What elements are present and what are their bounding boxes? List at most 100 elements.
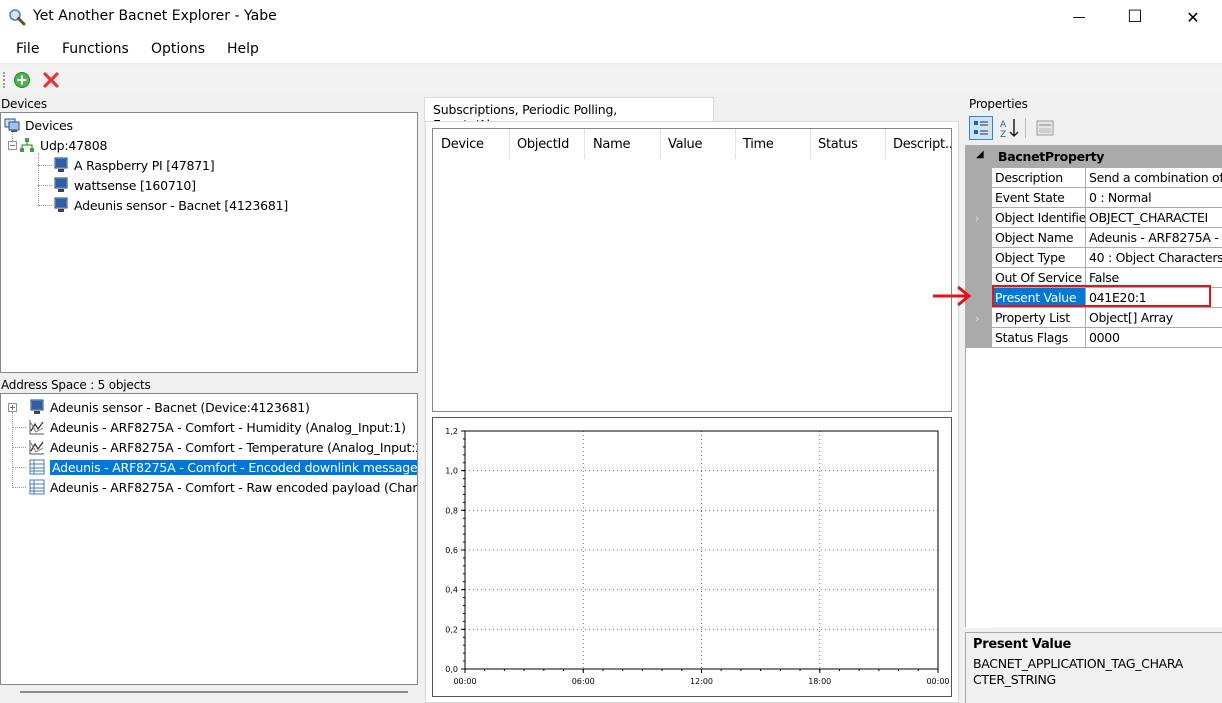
property-row[interactable]: Object Name Adeunis - ARF8275A - <box>966 228 1222 248</box>
y-tick-label: 0,2 <box>445 625 458 634</box>
tree-transport[interactable]: Udp:47808 <box>19 136 107 154</box>
add-device-icon[interactable] <box>13 71 31 89</box>
column-header-name[interactable]: Name <box>585 129 661 159</box>
subscription-list[interactable]: Device ObjectId Name Value Time Status D… <box>432 128 952 412</box>
property-value[interactable]: Send a combination of <box>1086 168 1222 188</box>
expand-chevron-icon[interactable]: › <box>975 212 979 225</box>
analog-input-icon <box>29 440 44 455</box>
category-row[interactable]: ◢ BacnetProperty <box>966 146 1222 168</box>
menu-options[interactable]: Options <box>151 41 205 57</box>
menu-file[interactable]: File <box>16 41 39 57</box>
maximize-button[interactable]: ☐ <box>1112 0 1158 34</box>
minimize-button[interactable]: — <box>1056 0 1102 34</box>
property-row[interactable]: › Object Identifie OBJECT_CHARACTEI <box>966 208 1222 228</box>
address-space-hscroll[interactable] <box>0 685 418 703</box>
row-gutter <box>966 188 992 208</box>
svg-text:Z: Z <box>1000 130 1006 140</box>
column-header-time[interactable]: Time <box>735 129 811 159</box>
toolbar-grip <box>3 72 5 88</box>
property-grid[interactable]: ◢ BacnetProperty Description Send a combi… <box>965 145 1222 628</box>
alphabetical-button[interactable]: A Z <box>997 116 1021 140</box>
categorized-button[interactable] <box>969 116 993 140</box>
column-header-description[interactable]: Descript... <box>885 129 951 159</box>
column-header-objectid[interactable]: ObjectId <box>509 129 585 159</box>
property-row[interactable]: Object Type 40 : Object Characterst <box>966 248 1222 268</box>
expand-toggle[interactable]: + <box>8 403 17 412</box>
property-name[interactable]: Status Flags <box>992 328 1086 348</box>
y-tick-label: 1,2 <box>445 427 458 436</box>
property-value[interactable]: 0 : Normal <box>1086 188 1222 208</box>
scroll-thumb[interactable] <box>20 691 408 693</box>
column-header-value[interactable]: Value <box>660 129 736 159</box>
row-gutter <box>966 328 992 348</box>
address-space-tree[interactable]: + Adeunis sensor - Bacnet (Device:412368… <box>0 393 418 685</box>
remove-device-icon[interactable] <box>42 71 60 89</box>
help-text: BACNET_APPLICATION_TAG_CHARA <box>973 656 1184 671</box>
property-row[interactable]: Description Send a combination of <box>966 168 1222 188</box>
x-tick-label: 06:00 <box>572 677 595 686</box>
properties-label: Properties <box>969 97 1028 111</box>
property-name[interactable]: Property List <box>992 308 1086 328</box>
computer-icon <box>30 399 44 414</box>
tree-label: Devices <box>25 117 73 133</box>
property-row[interactable]: › Property List Object[] Array <box>966 308 1222 328</box>
property-name[interactable]: Object Name <box>992 228 1086 248</box>
annotation-arrow <box>933 285 972 307</box>
tree-label: Adeunis sensor - Bacnet [4123681] <box>74 197 289 213</box>
address-item[interactable]: Adeunis - ARF8275A - Comfort - Raw encod… <box>29 478 417 496</box>
toolbar <box>0 65 1222 95</box>
property-name[interactable]: Description <box>992 168 1086 188</box>
menu-functions[interactable]: Functions <box>62 41 129 57</box>
collapse-category-icon[interactable]: ◢ <box>976 149 984 160</box>
tab-subscriptions[interactable]: Subscriptions, Periodic Polling, Events/… <box>424 97 714 132</box>
close-button[interactable]: ✕ <box>1170 0 1216 34</box>
y-tick-label: 0,0 <box>445 665 458 674</box>
x-tick-label: 00:00 <box>453 677 476 686</box>
tree-device[interactable]: Adeunis sensor - Bacnet [4123681] <box>53 196 288 214</box>
svg-text:A: A <box>1000 120 1007 130</box>
property-row[interactable]: Event State 0 : Normal <box>966 188 1222 208</box>
window-title: Yet Another Bacnet Explorer - Yabe <box>33 8 277 24</box>
devices-tree[interactable]: − Devices Udp:47808 A Raspberry PI [4787… <box>0 112 418 373</box>
tree-root-devices[interactable]: Devices <box>4 116 73 134</box>
address-space-label: Address Space : 5 objects <box>1 378 151 392</box>
expand-chevron-icon[interactable]: › <box>975 312 979 325</box>
address-item[interactable]: Adeunis - ARF8275A - Comfort - Temperatu… <box>29 438 417 456</box>
property-name[interactable]: Object Identifie <box>992 208 1086 228</box>
tree-connector <box>38 205 52 206</box>
characterstring-icon <box>29 459 45 475</box>
property-value[interactable]: OBJECT_CHARACTEI <box>1086 208 1222 228</box>
tree-connector <box>12 487 26 488</box>
maximize-icon: ☐ <box>1127 7 1143 27</box>
analog-input-icon <box>29 420 44 435</box>
devices-panel-label: Devices <box>1 97 47 111</box>
tree-label: Udp:47808 <box>40 137 108 153</box>
row-gutter: › <box>966 308 992 328</box>
sort-az-icon: A Z <box>1000 119 1019 140</box>
property-value[interactable]: Adeunis - ARF8275A - <box>1086 228 1222 248</box>
help-text: CTER_STRING <box>973 672 1056 687</box>
property-row[interactable]: Status Flags 0000 <box>966 328 1222 348</box>
tree-label: wattsense [160710] <box>74 177 196 193</box>
property-value[interactable]: 0000 <box>1086 328 1222 348</box>
property-value[interactable]: 40 : Object Characterst <box>1086 248 1222 268</box>
tree-connector <box>12 447 26 448</box>
address-item[interactable]: Adeunis sensor - Bacnet (Device:4123681) <box>29 398 310 416</box>
address-item-selected[interactable]: Adeunis - ARF8275A - Comfort - Encoded d… <box>29 458 417 476</box>
column-header-device[interactable]: Device <box>433 129 510 159</box>
address-item[interactable]: Adeunis - ARF8275A - Comfort - Humidity … <box>29 418 406 436</box>
property-name[interactable]: Object Type <box>992 248 1086 268</box>
collapse-toggle[interactable]: − <box>8 141 17 150</box>
minimize-icon: — <box>1072 9 1086 25</box>
menu-help[interactable]: Help <box>227 41 259 57</box>
tree-device[interactable]: wattsense [160710] <box>53 176 196 194</box>
property-pages-button[interactable] <box>1033 116 1057 140</box>
close-icon: ✕ <box>1186 7 1200 27</box>
tree-device[interactable]: A Raspberry PI [47871] <box>53 156 215 174</box>
address-item-label: Adeunis sensor - Bacnet (Device:4123681) <box>50 399 310 415</box>
column-header-status[interactable]: Status <box>810 129 886 159</box>
property-name[interactable]: Event State <box>992 188 1086 208</box>
row-gutter: › <box>966 208 992 228</box>
tree-connector <box>38 185 52 186</box>
property-value[interactable]: Object[] Array <box>1086 308 1222 328</box>
